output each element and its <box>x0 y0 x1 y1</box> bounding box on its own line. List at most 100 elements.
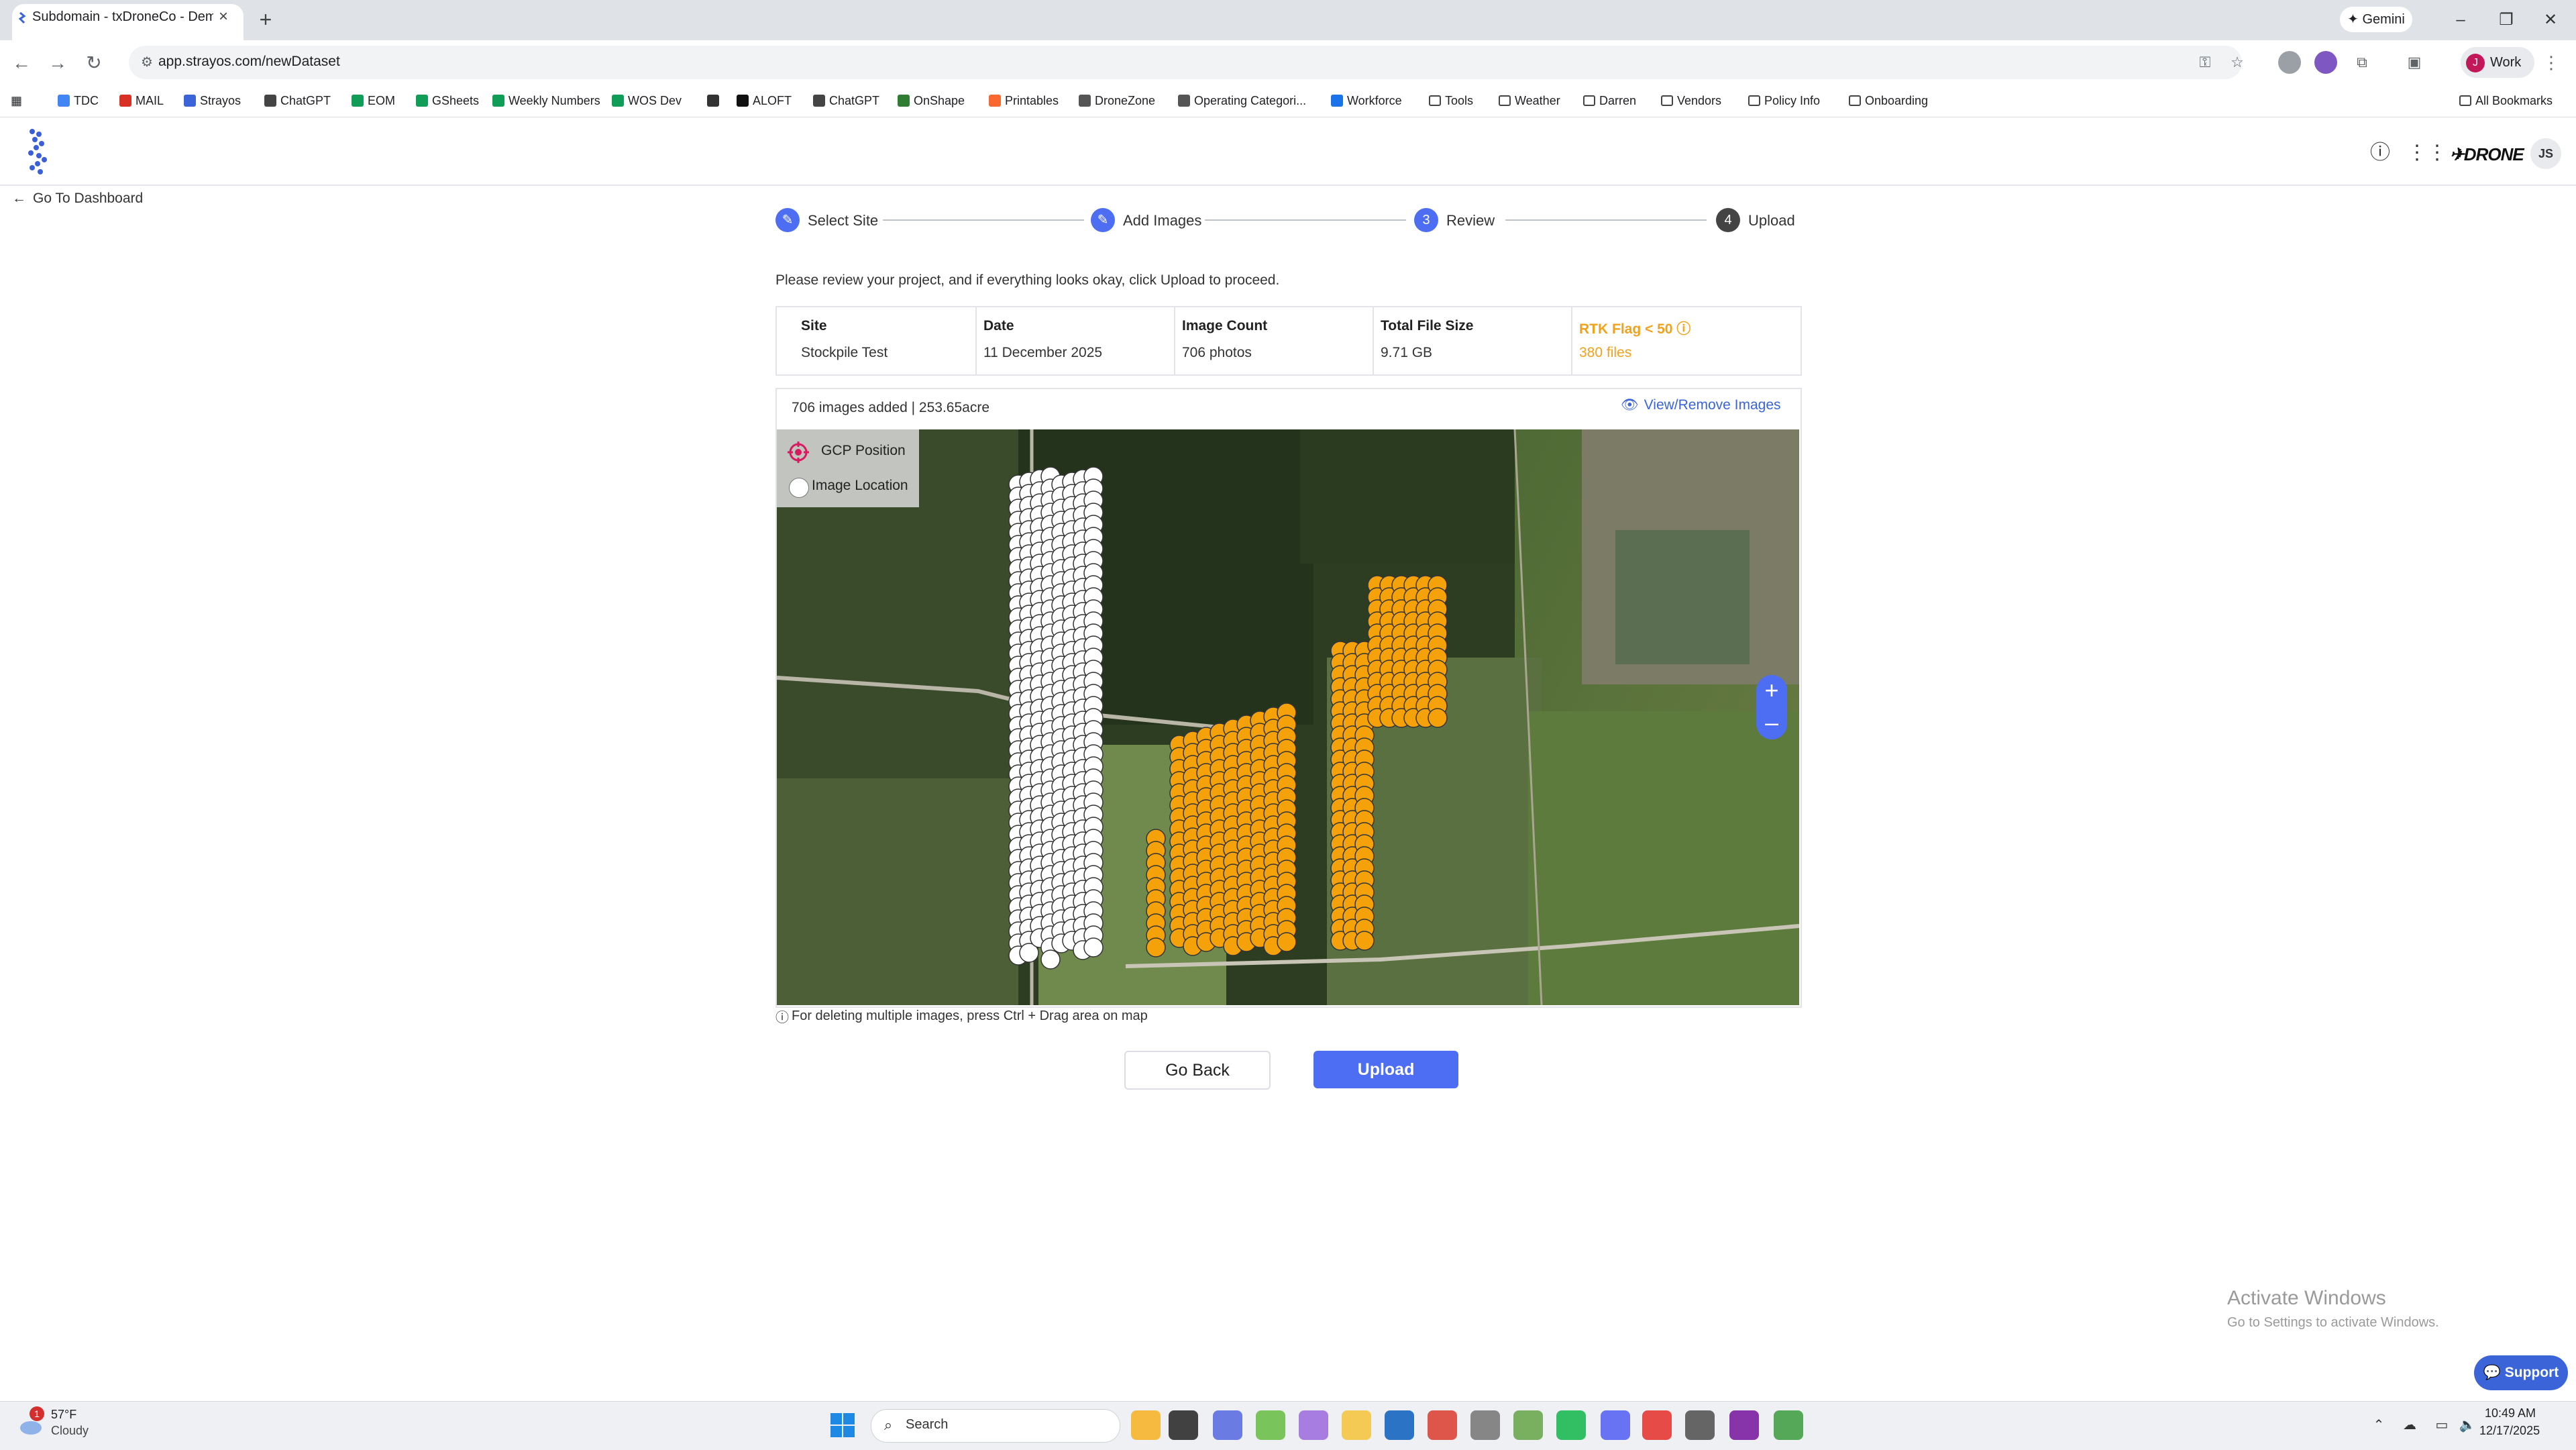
info-icon: ⓘ <box>775 1011 789 1025</box>
info-icon[interactable]: ⓘ <box>1676 321 1690 337</box>
apps-grid-icon[interactable]: ▦ <box>11 91 22 110</box>
store-icon[interactable] <box>1385 1410 1414 1440</box>
bookmark-item[interactable]: GSheets <box>416 91 479 110</box>
weather-condition[interactable]: Cloudy <box>51 1424 89 1438</box>
zoom-out-button[interactable]: – <box>1756 707 1787 738</box>
spotify-icon[interactable] <box>1556 1410 1586 1440</box>
bookmark-item[interactable]: OnShape <box>898 91 965 110</box>
extension-icon[interactable] <box>2278 51 2301 74</box>
bookmark-item[interactable]: Weather <box>1499 91 1560 110</box>
bookmark-item[interactable]: MAIL <box>119 91 164 110</box>
discord-icon[interactable] <box>1601 1410 1630 1440</box>
close-window-icon[interactable]: ✕ <box>2537 8 2564 32</box>
bookmark-item[interactable]: Strayos <box>184 91 241 110</box>
snipping-icon[interactable] <box>1213 1410 1242 1440</box>
step-select-site-icon[interactable]: ✎ <box>775 208 800 232</box>
bookmark-label: Weather <box>1515 94 1560 107</box>
bookmark-item[interactable]: ChatGPT <box>813 91 879 110</box>
forward-arrow-icon[interactable]: → <box>44 50 71 76</box>
step-add-images-label[interactable]: Add Images <box>1123 212 1201 229</box>
bookmark-item[interactable]: EOM <box>352 91 395 110</box>
image-marker[interactable] <box>1277 932 1297 952</box>
all-bookmarks[interactable]: All Bookmarks <box>2459 91 2553 110</box>
tab-close-icon[interactable]: × <box>213 7 233 27</box>
widgets-icon[interactable] <box>1131 1410 1161 1440</box>
extension-icon[interactable] <box>2314 51 2337 74</box>
extensions-puzzle-icon[interactable]: ⧉ <box>2352 52 2372 72</box>
chrome-profile-icon[interactable] <box>1774 1410 1803 1440</box>
chrome-profile-icon[interactable] <box>1642 1410 1672 1440</box>
step-select-site-label[interactable]: Select Site <box>808 212 878 229</box>
minimize-icon[interactable]: – <box>2447 8 2474 32</box>
bookmark-item[interactable]: DroneZone <box>1079 91 1155 110</box>
bookmark-star-icon[interactable]: ☆ <box>2227 52 2247 72</box>
project-summary-table: Site Stockpile Test Date 11 December 202… <box>775 306 1802 376</box>
zoom-in-button[interactable]: + <box>1756 675 1787 706</box>
chrome-icon[interactable] <box>1428 1410 1457 1440</box>
bookmark-item[interactable] <box>707 91 719 110</box>
bookmark-item[interactable]: Printables <box>989 91 1059 110</box>
app-icon[interactable] <box>1685 1410 1715 1440</box>
reload-icon[interactable]: ↻ <box>80 50 107 76</box>
address-url[interactable]: app.strayos.com/newDataset <box>158 54 340 70</box>
clock-date[interactable]: 12/17/2025 <box>2479 1424 2540 1438</box>
side-panel-icon[interactable]: ▣ <box>2404 52 2424 72</box>
support-button[interactable]: 💬 Support <box>2474 1355 2568 1390</box>
image-marker[interactable] <box>1040 949 1061 970</box>
weather-alert-badge: 1 <box>30 1406 44 1421</box>
address-bar[interactable] <box>129 46 2242 79</box>
bookmark-item[interactable]: ChatGPT <box>264 91 331 110</box>
chevron-up-icon[interactable]: ⌃ <box>2369 1416 2388 1435</box>
browser-menu-icon[interactable]: ⋮ <box>2541 52 2561 72</box>
bookmark-item[interactable]: Onboarding <box>1849 91 1928 110</box>
go-to-dashboard-link[interactable]: ← Go To Dashboard <box>12 191 143 207</box>
bookmark-item[interactable]: Darren <box>1583 91 1636 110</box>
bookmark-item[interactable]: ALOFT <box>737 91 792 110</box>
network-icon[interactable]: ▭ <box>2432 1416 2451 1435</box>
volume-icon[interactable]: 🔈 <box>2458 1416 2477 1435</box>
strayos-logo-icon[interactable] <box>23 127 58 176</box>
bookmark-item[interactable]: Workforce <box>1331 91 1402 110</box>
weather-temperature[interactable]: 57°F <box>51 1408 76 1422</box>
image-marker[interactable] <box>1354 931 1375 951</box>
windows-start-icon[interactable] <box>829 1412 856 1439</box>
bookmark-item[interactable]: WOS Dev <box>612 91 682 110</box>
image-marker[interactable] <box>1083 937 1104 957</box>
back-arrow-icon[interactable]: ← <box>8 50 35 76</box>
step-review-icon: 3 <box>1414 208 1438 232</box>
password-key-icon[interactable]: ⚿ <box>2195 52 2215 72</box>
file-explorer-icon[interactable] <box>1342 1410 1371 1440</box>
satellite-map[interactable] <box>777 429 1799 1005</box>
new-tab-button[interactable]: + <box>254 8 278 32</box>
apps-grid-icon[interactable]: ⋮⋮ <box>2407 140 2447 166</box>
upload-button[interactable]: Upload <box>1313 1051 1458 1088</box>
restore-icon[interactable]: ❐ <box>2493 8 2520 32</box>
legend-gcp-label: GCP Position <box>821 443 906 458</box>
app-icon[interactable] <box>1729 1410 1759 1440</box>
gemini-button[interactable]: ✦ Gemini <box>2340 7 2412 32</box>
go-back-button[interactable]: Go Back <box>1124 1051 1271 1090</box>
bookmark-item[interactable]: Operating Categori... <box>1178 91 1306 110</box>
bookmark-item[interactable]: Weekly Numbers <box>492 91 600 110</box>
user-avatar[interactable]: JS <box>2530 138 2561 169</box>
clock-time[interactable]: 10:49 AM <box>2479 1406 2536 1420</box>
site-settings-icon[interactable]: ⚙ <box>138 54 156 71</box>
cloud-sync-icon[interactable]: ☁ <box>2400 1416 2419 1435</box>
dronezone-icon <box>1079 95 1091 107</box>
bookmark-item[interactable]: Tools <box>1429 91 1473 110</box>
bookmark-item[interactable]: Policy Info <box>1748 91 1820 110</box>
bookmark-item[interactable]: TDC <box>58 91 99 110</box>
copilot-icon[interactable] <box>1299 1410 1328 1440</box>
image-marker[interactable] <box>1146 937 1166 957</box>
company-brand: DRONE <box>2463 144 2524 164</box>
bookmark-item[interactable]: Vendors <box>1661 91 1721 110</box>
calculator-icon[interactable] <box>1470 1410 1500 1440</box>
image-marker[interactable] <box>1428 708 1448 728</box>
step-add-images-icon[interactable]: ✎ <box>1091 208 1115 232</box>
help-icon[interactable]: ⓘ <box>2367 140 2394 166</box>
notepad-icon[interactable] <box>1256 1410 1285 1440</box>
task-view-icon[interactable] <box>1169 1410 1198 1440</box>
folder-icon <box>1748 95 1760 106</box>
view-remove-images-link[interactable]: 👁 View/Remove Images <box>1621 397 1781 413</box>
app-icon[interactable] <box>1513 1410 1543 1440</box>
